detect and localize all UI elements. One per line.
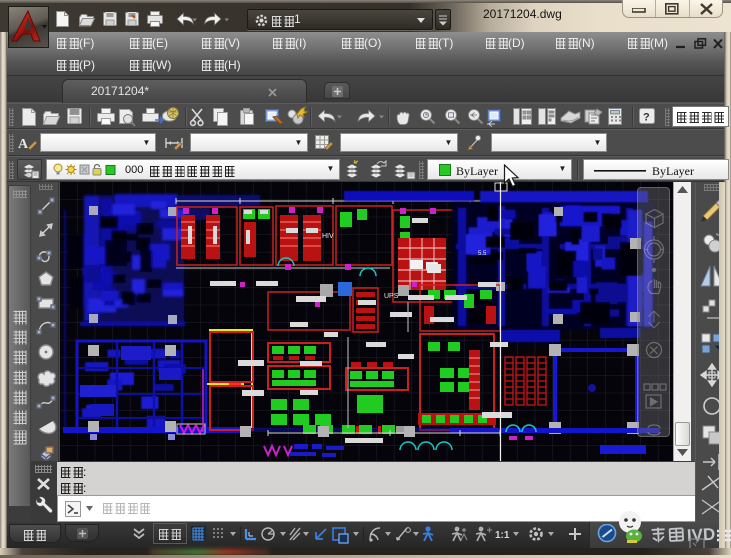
svg-text:UPS: UPS	[384, 293, 399, 300]
svg-text:?: ?	[643, 112, 650, 124]
svg-text:IVD: IVD	[686, 525, 715, 545]
svg-text:5.5: 5.5	[478, 251, 487, 257]
svg-text:A: A	[18, 137, 29, 152]
svg-text:1:1: 1:1	[495, 530, 510, 541]
svg-text:HIV: HIV	[322, 233, 334, 240]
